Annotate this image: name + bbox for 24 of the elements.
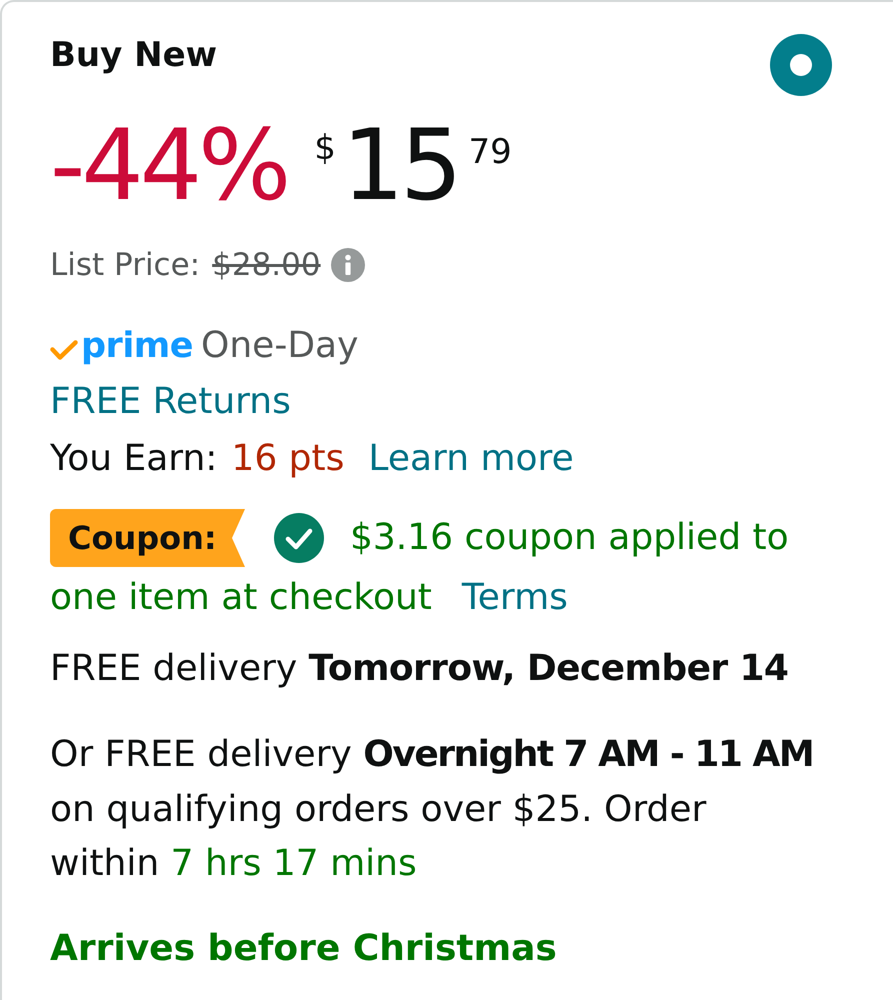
coupon-text: one item at checkout bbox=[50, 576, 432, 620]
points-label: You Earn: bbox=[50, 438, 218, 479]
price-fraction: 79 bbox=[468, 135, 512, 169]
coupon-tag: Coupon: bbox=[50, 509, 245, 567]
price-whole: 15 bbox=[342, 117, 459, 215]
delivery-speed-label: One-Day bbox=[201, 324, 358, 368]
offer-title: Buy New bbox=[50, 34, 218, 77]
list-price-value: $28.00 bbox=[212, 246, 321, 285]
check-circle-icon bbox=[274, 513, 324, 563]
info-icon[interactable] bbox=[330, 248, 365, 282]
radio-button[interactable] bbox=[770, 34, 832, 96]
free-returns-link[interactable]: FREE Returns bbox=[50, 381, 291, 422]
delivery-date-text: FREE delivery Tomorrow, December 14 bbox=[50, 647, 788, 691]
learn-more-link[interactable]: Learn more bbox=[368, 438, 574, 479]
discount-percent: -44% bbox=[50, 117, 288, 215]
currency-symbol: $ bbox=[314, 131, 336, 165]
list-price-label: List Price: bbox=[50, 246, 200, 285]
points-value: 16 pts bbox=[231, 438, 344, 479]
delivery-option-text: Or FREE delivery Overnight 7 AM - 11 AM on qualifying orders over $25. Order within 7 hrs 17 mins bbox=[50, 733, 814, 886]
holiday-note: Arrives before Christmas bbox=[50, 926, 557, 970]
coupon-text: $3.16 coupon applied to bbox=[350, 516, 789, 560]
prime-wordmark: prime bbox=[81, 325, 194, 368]
checkmark-icon bbox=[50, 340, 78, 360]
terms-link[interactable]: Terms bbox=[462, 570, 568, 626]
